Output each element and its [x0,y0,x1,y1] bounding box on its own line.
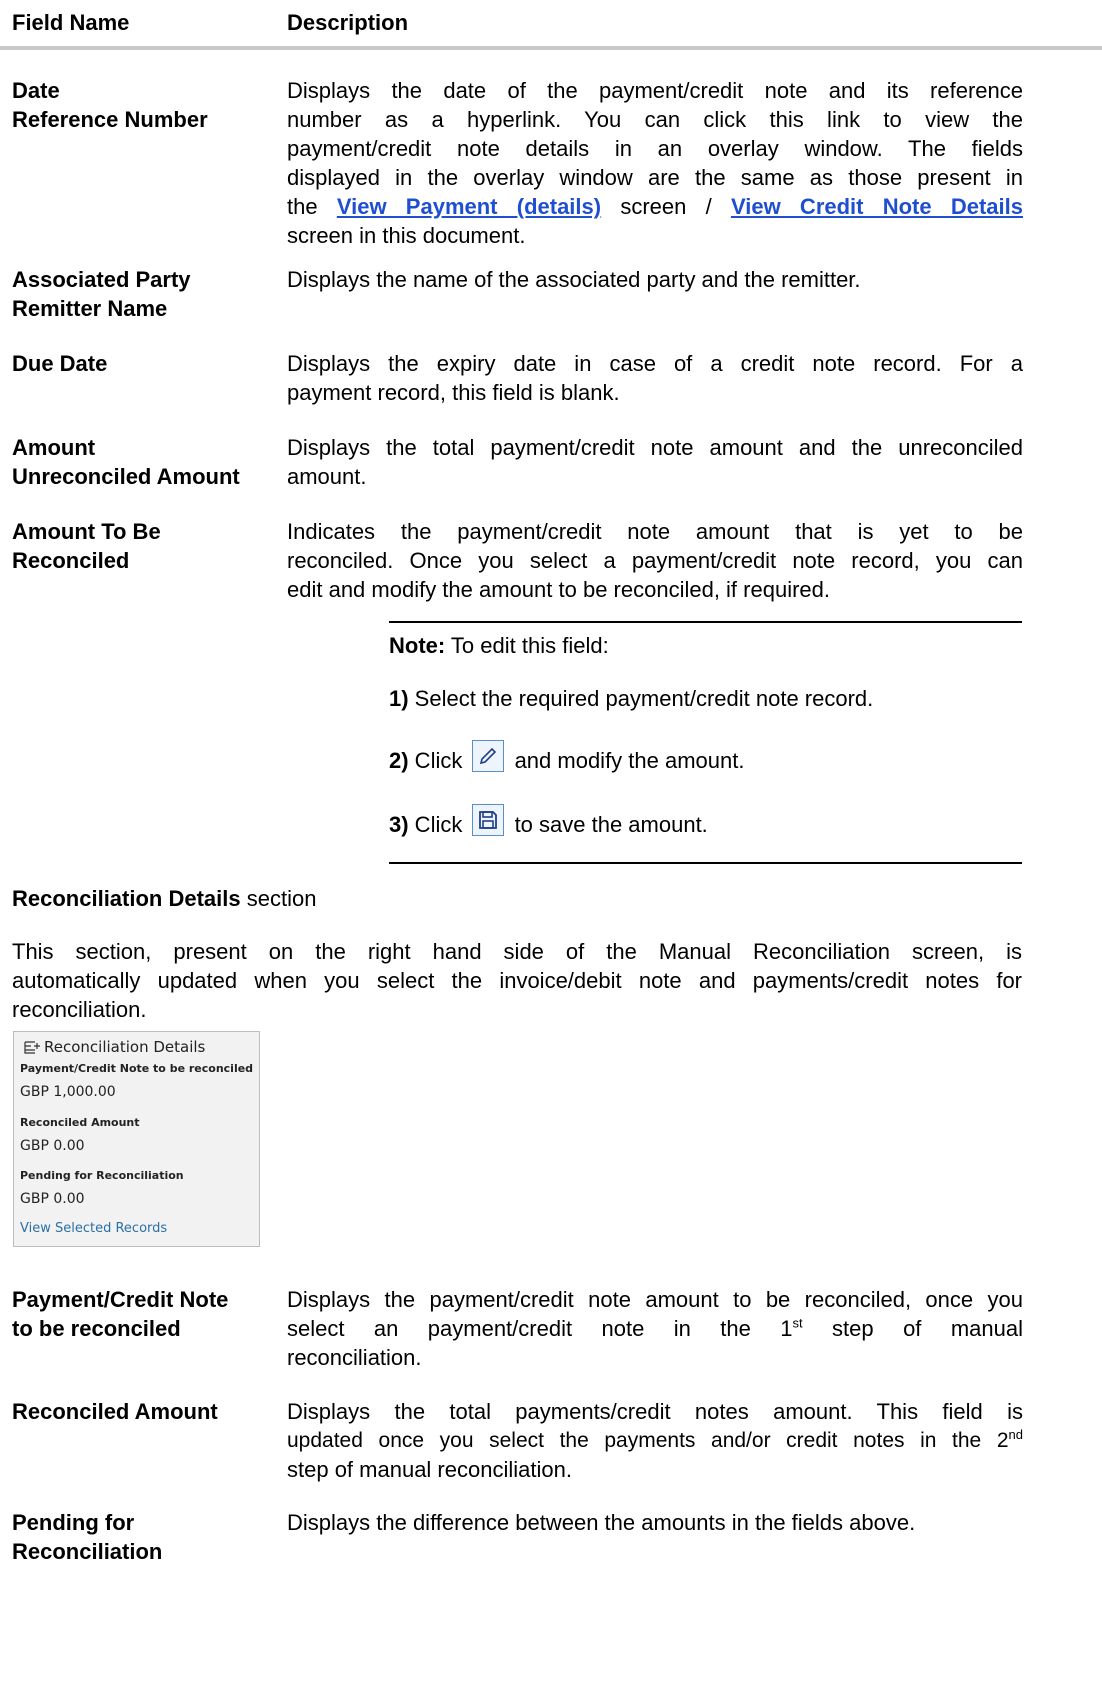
reconciliation-details-card: Reconciliation Details Payment/Credit No… [13,1031,260,1247]
view-selected-records-link[interactable]: View Selected Records [20,1221,167,1236]
note-heading: Note: To edit this field: [389,633,609,659]
field-name-line: Associated Party [12,267,191,292]
section-title-rest: section [240,886,317,911]
description-line: payment/credit note details in an overla… [287,136,1023,161]
field-name-line: Reconciliation [12,1539,163,1564]
field-name-line: to be reconciled [12,1316,181,1341]
field-name: Pending for Reconciliation [12,1508,162,1566]
description-line: reconciled. Once you select a payment/cr… [287,548,1023,573]
step-text: to save the amount. [508,812,708,837]
field-name: Reconciled Amount [12,1397,218,1426]
paragraph-line: automatically updated when you select th… [12,968,1022,993]
text: step of manual [802,1316,1023,1341]
field-name-line: Reconciled Amount [12,1399,218,1424]
field-name-line: Unreconciled Amount [12,464,240,489]
text: screen / [601,194,731,219]
field-name: Payment/Credit Note to be reconciled [12,1285,228,1343]
card-value: GBP 0.00 [20,1138,85,1154]
field-name: Date Reference Number [12,76,208,134]
field-description: Displays the name of the associated part… [287,265,1023,294]
field-name: Amount Unreconciled Amount [12,433,240,491]
step-number: 1) [389,686,409,711]
text: select an payment/credit note in the 1 [287,1316,793,1341]
text: updated once you select the payments and… [287,1429,1009,1452]
description-line: Displays the expiry date in case of a cr… [287,351,1023,376]
field-name-line: Amount To Be [12,519,161,544]
description-line: number as a hyperlink. You can click thi… [287,107,1023,132]
description-line: Indicates the payment/credit note amount… [287,519,1023,544]
description-line: Displays the total payment/credit note a… [287,435,1023,460]
field-description: Displays the difference between the amou… [287,1508,1023,1537]
description-line: Displays the payment/credit note amount … [287,1287,1023,1312]
paragraph-line: This section, present on the right hand … [12,939,1022,964]
note-step: 1) Select the required payment/credit no… [389,686,873,712]
field-name: Amount To Be Reconciled [12,517,161,575]
description-line: reconciliation. [287,1345,422,1370]
field-name-line: Due Date [12,351,108,376]
section-title-bold: Reconciliation Details [12,886,241,911]
card-value: GBP 1,000.00 [20,1084,116,1100]
step-number: 3) [389,812,409,837]
field-description: Displays the expiry date in case of a cr… [287,349,1023,407]
field-name: Due Date [12,349,107,378]
description-line: the View Payment (details) screen / View… [287,192,1023,221]
card-title: Reconciliation Details [24,1038,205,1058]
view-credit-note-details-link[interactable]: View Credit Note Details [731,194,1023,219]
step-text: and modify the amount. [508,748,745,773]
description-line: screen in this document. [287,223,526,248]
superscript: st [792,1315,803,1331]
card-label: Payment/Credit Note to be reconciled [20,1062,254,1075]
step-number: 2) [389,748,409,773]
field-description: Displays the date of the payment/credit … [287,76,1023,250]
step-text: Click [408,748,469,773]
field-name-line: Pending for [12,1510,135,1535]
description-line: displayed in the overlay window are the … [287,165,1023,190]
note-step: 2) Click and modify the amount. [389,740,744,774]
field-name-line: Remitter Name [12,296,168,321]
field-name-line: Reconciled [12,548,130,573]
description-line: payment record, this field is blank. [287,380,620,405]
reconcile-icon [24,1040,40,1058]
description-line: Displays the date of the payment/credit … [287,78,1023,103]
field-description: Displays the total payments/credit notes… [287,1397,1023,1484]
section-paragraph: This section, present on the right hand … [12,937,1022,1024]
description-line: Displays the total payments/credit notes… [287,1399,1023,1424]
superscript: nd [1008,1427,1023,1442]
card-label: Pending for Reconciliation [20,1169,184,1182]
description-header: Description [287,10,409,35]
description-line: step of manual reconciliation. [287,1457,572,1482]
step-text: Click [408,812,469,837]
field-name: Associated Party Remitter Name [12,265,191,323]
field-name-line: Payment/Credit Note [12,1287,229,1312]
card-label: Reconciled Amount [20,1116,140,1129]
field-name-line: Date [12,78,60,103]
field-name-line: Reference Number [12,107,208,132]
description-line: Displays the difference between the amou… [287,1510,916,1535]
description-line: edit and modify the amount to be reconci… [287,577,830,602]
table-header: Field Name Description [0,0,1102,50]
note-step: 3) Click to save the amount. [389,804,708,838]
note-box: Note: To edit this field: 1) Select the … [389,621,1022,864]
description-line: amount. [287,464,367,489]
description-line: select an payment/credit note in the 1st… [287,1314,1023,1343]
field-description: Displays the total payment/credit note a… [287,433,1023,491]
description-line: Displays the name of the associated part… [287,267,861,292]
pencil-icon [472,740,505,772]
card-title-text: Reconciliation Details [44,1038,206,1056]
field-name-header: Field Name [12,10,130,35]
field-description: Indicates the payment/credit note amount… [287,517,1023,604]
field-name-line: Amount [12,435,96,460]
field-description: Displays the payment/credit note amount … [287,1285,1023,1372]
view-payment-details-link[interactable]: View Payment (details) [337,194,601,219]
note-text: To edit this field: [445,633,609,658]
step-text: Select the required payment/credit note … [408,686,874,711]
section-title: Reconciliation Details section [12,886,316,912]
card-value: GBP 0.00 [20,1191,85,1207]
description-line: updated once you select the payments and… [287,1426,1023,1455]
floppy-disk-icon [472,804,505,836]
text: the [287,194,337,219]
paragraph-line: reconciliation. [12,997,147,1022]
note-label: Note: [389,633,446,658]
